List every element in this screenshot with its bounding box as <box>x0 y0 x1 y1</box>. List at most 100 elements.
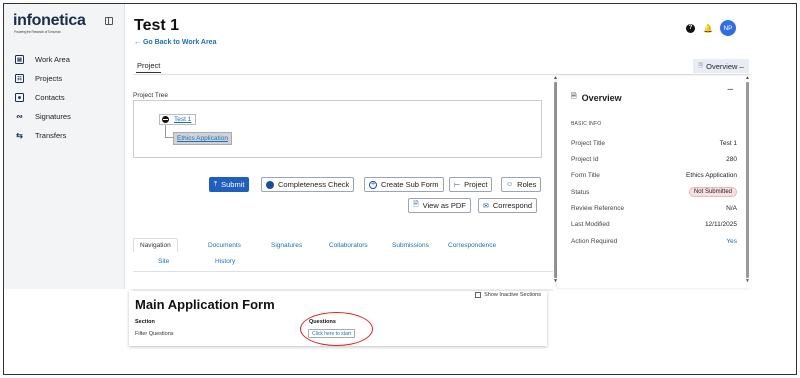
view-pdf-label: View as PDF <box>422 201 466 210</box>
create-sub-form-button[interactable]: + Create Sub Form <box>364 177 444 192</box>
overview-row-project-id: Project Id 280 <box>571 156 737 163</box>
pdf-icon: 🗎 <box>413 201 419 208</box>
mail-icon: ✉ <box>483 202 489 210</box>
overview-value: Test 1 <box>719 140 737 147</box>
form-title: Main Application Form <box>135 297 275 312</box>
sidebar-item-label: Projects <box>35 74 63 83</box>
tree-root-node[interactable]: Test 1 <box>159 114 197 125</box>
logo-text: infonetica <box>13 12 86 29</box>
show-inactive-label: Show Inactive Sections <box>484 292 541 298</box>
scroll-up-icon[interactable]: ▲ <box>745 76 750 81</box>
overview-key: Status <box>571 188 590 196</box>
project-button-label: Project <box>464 180 488 189</box>
overview-scrollbar[interactable]: ▲ ▼ <box>745 76 750 289</box>
sidebar-collapse-icon[interactable] <box>105 17 113 25</box>
sidebar-item-contacts[interactable]: ☻ Contacts <box>15 88 71 107</box>
sidebar-item-work-area[interactable]: ▤ Work Area <box>15 50 71 69</box>
check-circle-icon: ✓ <box>266 180 274 189</box>
completeness-check-button[interactable]: ✓ Completeness Check <box>261 177 355 192</box>
section-item[interactable]: Filter Questions <box>135 331 174 337</box>
overview-title: Overview <box>581 92 622 103</box>
tree-child-node[interactable]: Ethics Application <box>173 132 232 145</box>
overview-row-action-required: Action Required Yes <box>571 238 737 245</box>
overview-row-review-reference: Review Reference N/A <box>571 205 737 212</box>
collapse-node-icon[interactable] <box>162 116 169 123</box>
sidebar-item-label: Contacts <box>35 93 65 102</box>
overview-toggle-button[interactable]: 🗎 Overview – <box>693 59 749 73</box>
tree-connector <box>165 125 173 138</box>
section-header: Section <box>135 319 155 325</box>
roles-button[interactable]: ☺ Roles <box>501 177 542 192</box>
sidebar-item-signatures[interactable]: ∾ Signatures <box>15 107 71 126</box>
sidebar-item-label: Transfers <box>35 131 67 140</box>
sidebar-item-transfers[interactable]: ⇆ Transfers <box>15 126 71 145</box>
view-as-pdf-button[interactable]: 🗎 View as PDF <box>408 198 471 213</box>
tree-structure-icon: ⊢ <box>454 181 461 189</box>
overview-key: Project Id <box>571 156 599 163</box>
roles-label: Roles <box>517 180 537 189</box>
overview-value: 12/11/2025 <box>704 221 737 228</box>
tab-site[interactable]: Site <box>158 258 169 265</box>
overview-value: 280 <box>726 156 737 163</box>
document-icon: 🗎 <box>571 93 577 100</box>
overview-key: Action Required <box>571 238 618 245</box>
upload-icon: ⤒ <box>214 180 218 188</box>
users-icon: ☺ <box>506 181 514 188</box>
action-required-link[interactable]: Yes <box>726 238 737 245</box>
back-link[interactable]: ← Go Back to Work Area <box>134 39 216 46</box>
tab-submissions[interactable]: Submissions <box>392 242 429 249</box>
project-button[interactable]: ⊢ Project <box>449 177 493 192</box>
tab-correspondence[interactable]: Correspondence <box>448 242 496 249</box>
scroll-down-icon[interactable]: ▼ <box>745 279 750 284</box>
sidebar-item-projects[interactable]: ☷ Projects <box>15 69 71 88</box>
overview-row-status: Status Not Submitted <box>571 187 737 197</box>
header-actions: ? 🔔 NP <box>686 20 736 36</box>
sidebar-item-label: Work Area <box>35 55 70 64</box>
tab-collaborators[interactable]: Collaborators <box>329 242 368 249</box>
status-badge: Not Submitted <box>688 187 737 197</box>
overview-value: Ethics Application <box>686 172 737 179</box>
sidebar: infonetica Powering the Research of Tomo… <box>4 4 125 289</box>
transfer-icon: ⇆ <box>16 131 23 140</box>
submit-button[interactable]: ⤒ Submit <box>209 177 250 192</box>
work-area-icon: ▤ <box>15 55 24 64</box>
contacts-icon: ☻ <box>15 93 24 102</box>
logo-tagline: Powering the Research of Tomorrow <box>14 30 61 34</box>
basic-info-heading: BASIC INFO <box>571 121 602 127</box>
overview-header: 🗎 Overview <box>571 92 622 103</box>
overview-panel: 🗎 Overview – BASIC INFO Project Title Te… <box>557 76 751 288</box>
bell-icon[interactable]: 🔔 <box>703 24 713 33</box>
document-icon: 🗎 <box>698 63 704 69</box>
correspond-button[interactable]: ✉ Correspond <box>478 198 538 213</box>
overview-row-form-title: Form Title Ethics Application <box>571 172 737 179</box>
highlight-annotation <box>300 312 373 346</box>
project-tab-bar: Project 🗎 Overview – <box>133 59 751 75</box>
overview-row-project-title: Project Title Test 1 <box>571 140 737 147</box>
plus-circle-icon: + <box>369 180 377 189</box>
scrollbar-thumb[interactable] <box>746 82 749 278</box>
overview-key: Last Modified <box>571 221 610 228</box>
page-title: Test 1 <box>134 17 180 34</box>
projects-icon: ☷ <box>15 74 24 83</box>
completeness-label: Completeness Check <box>278 180 350 189</box>
show-inactive-toggle[interactable]: Show Inactive Sections <box>475 292 541 298</box>
sidebar-item-label: Signatures <box>35 112 71 121</box>
overview-value: N/A <box>726 205 737 212</box>
project-tree: Test 1 Ethics Application <box>133 100 542 158</box>
tab-history[interactable]: History <box>215 258 235 265</box>
sub-tab-bar: Navigation Documents Signatures Collabor… <box>133 238 553 274</box>
tab-documents[interactable]: Documents <box>208 242 241 249</box>
collapse-panel-icon[interactable]: – <box>727 84 733 95</box>
tree-child-link[interactable]: Ethics Application <box>177 135 228 142</box>
overview-toggle-label: Overview – <box>706 61 744 71</box>
tab-project[interactable]: Project <box>136 61 162 73</box>
create-sub-form-label: Create Sub Form <box>381 180 439 189</box>
tab-signatures[interactable]: Signatures <box>271 242 302 249</box>
help-icon[interactable]: ? <box>686 23 695 33</box>
tab-navigation[interactable]: Navigation <box>133 238 178 252</box>
show-inactive-checkbox[interactable] <box>475 292 482 298</box>
overview-key: Project Title <box>571 140 605 147</box>
avatar[interactable]: NP <box>720 20 736 36</box>
tree-root-link[interactable]: Test 1 <box>174 116 191 123</box>
overview-row-last-modified: Last Modified 12/11/2025 <box>571 221 737 228</box>
